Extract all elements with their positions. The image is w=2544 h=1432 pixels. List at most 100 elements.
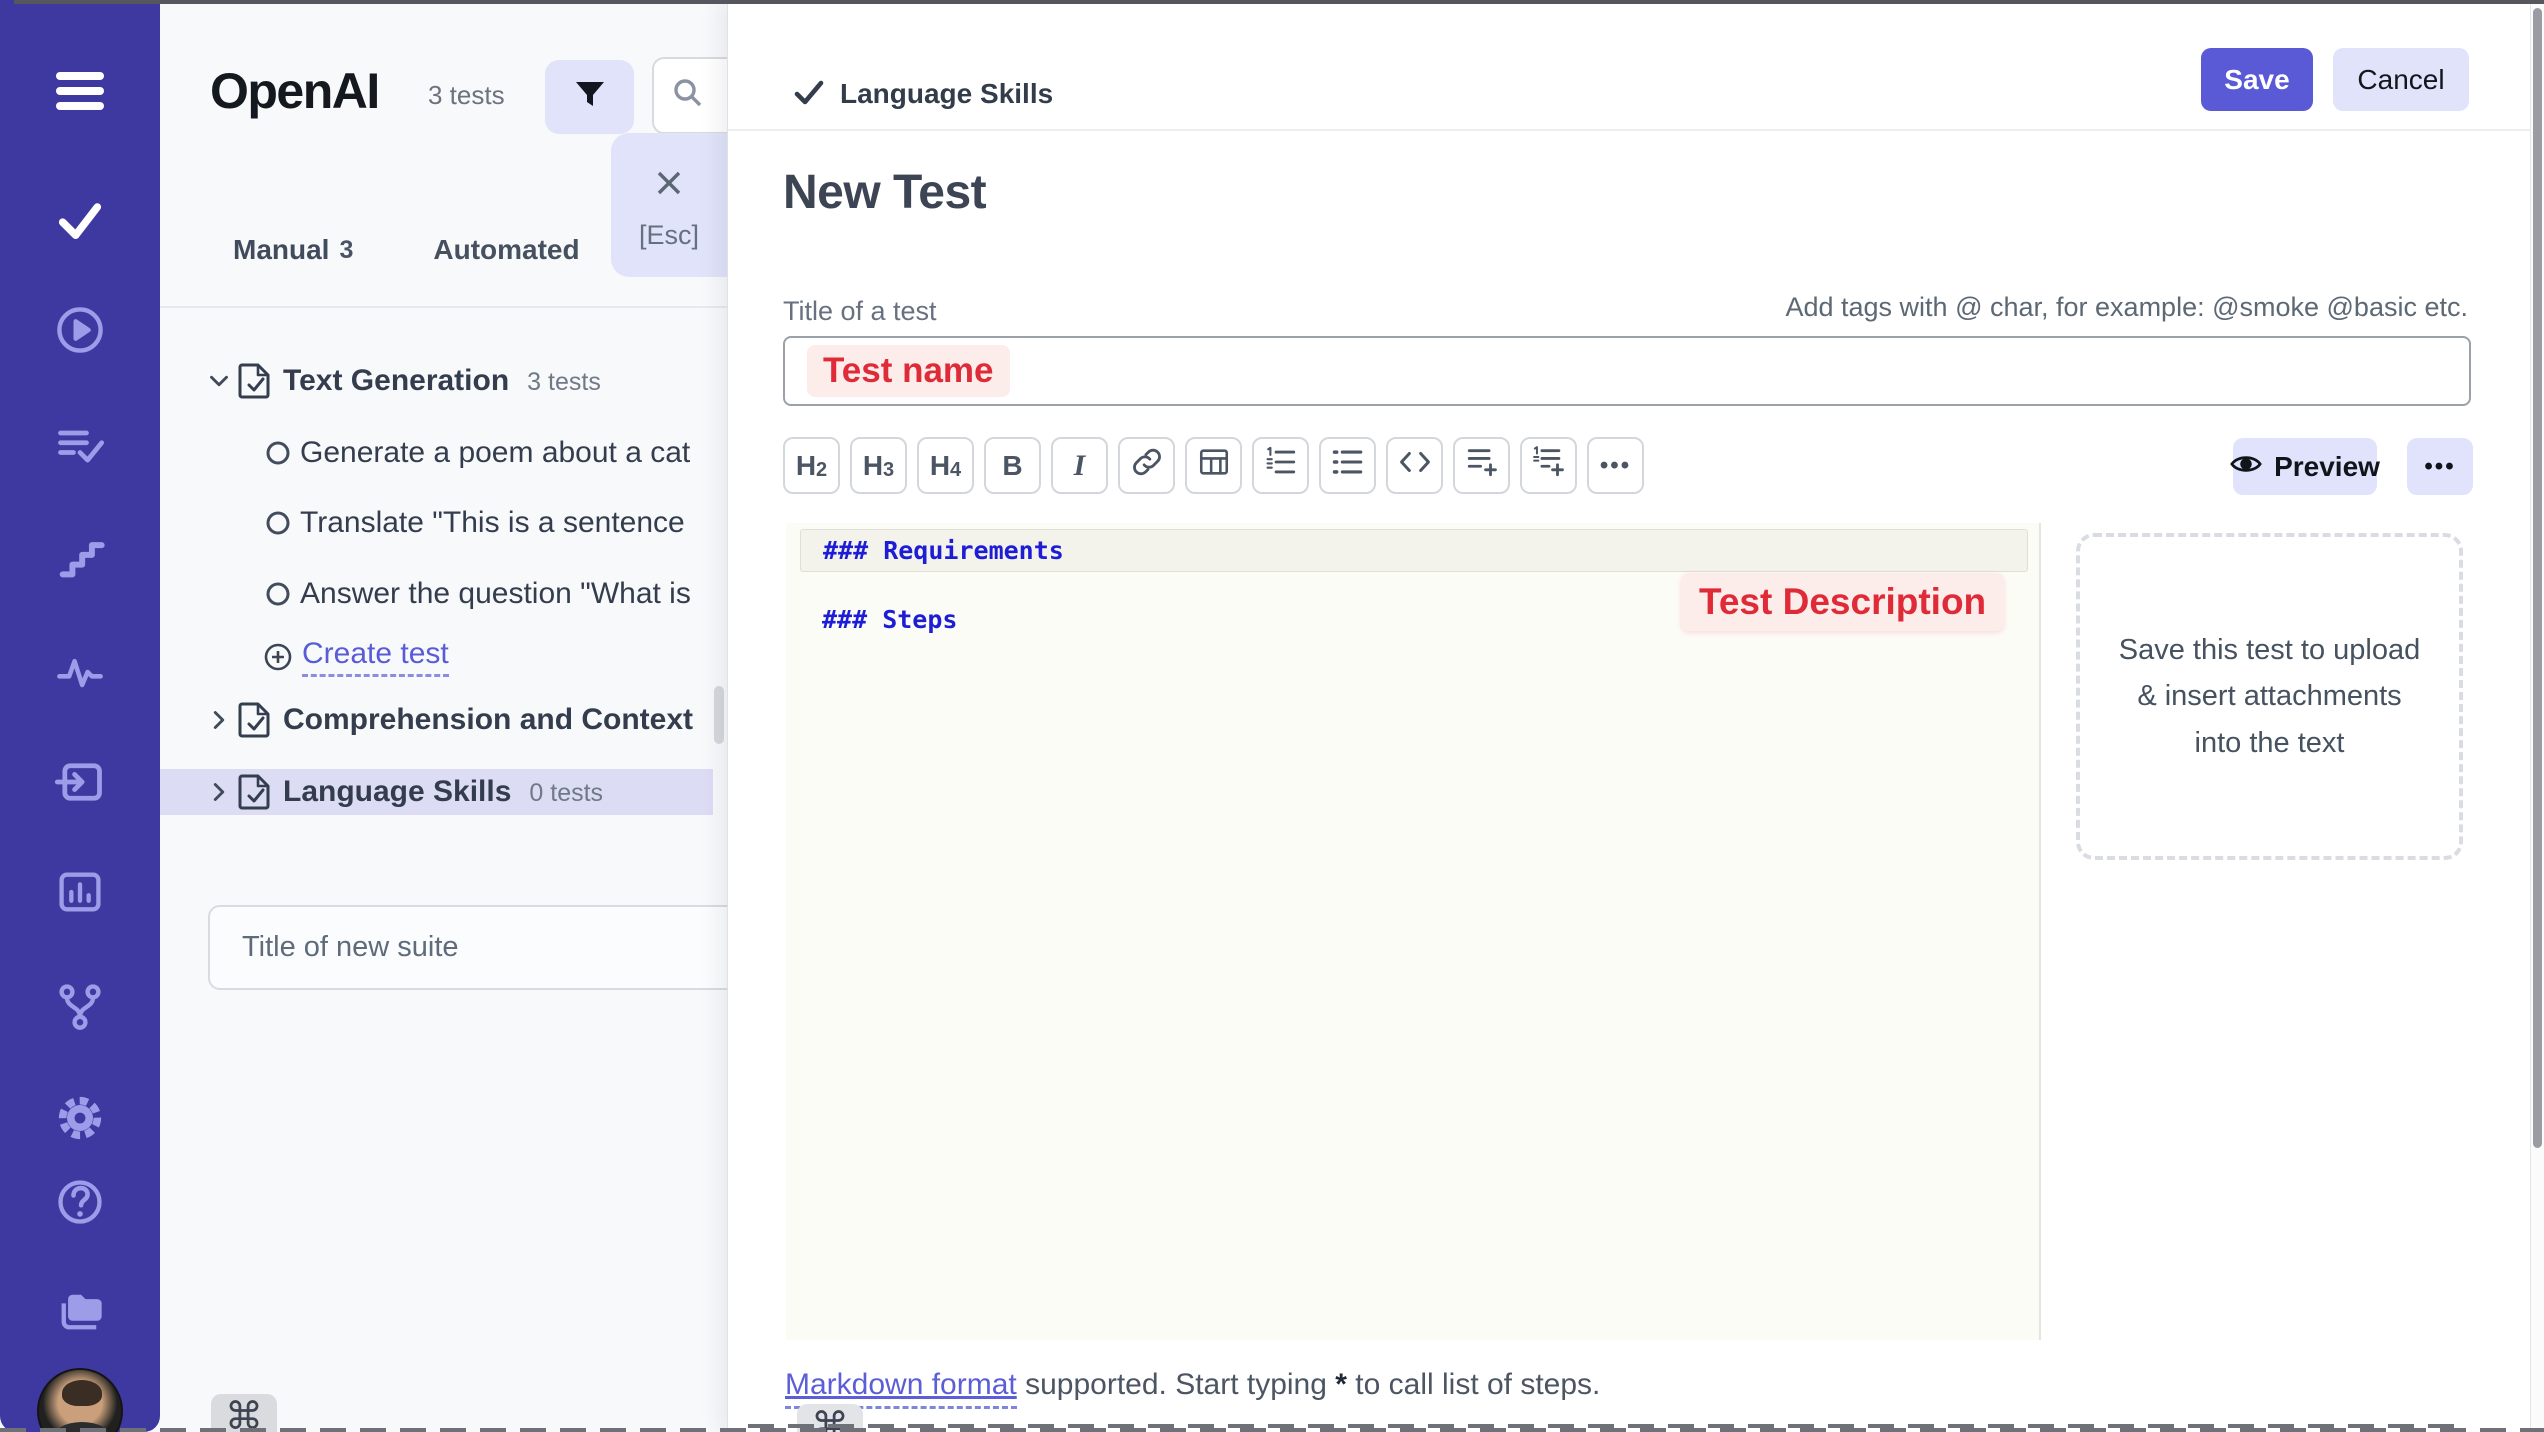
create-test-row[interactable]: Create test <box>160 634 727 680</box>
suite-check-icon <box>792 76 826 115</box>
sidebar-item-pulse[interactable] <box>0 646 160 698</box>
test-name-annotation: Test name <box>807 345 1010 397</box>
table-icon <box>1197 445 1231 486</box>
toolbar-ordered-list-add-button[interactable] <box>1520 437 1577 494</box>
test-title-input[interactable]: Test name <box>783 336 2471 406</box>
page-title: New Test <box>783 165 986 220</box>
sidebar-item-sign-in[interactable] <box>0 756 160 808</box>
toolbar-bullet-list-button[interactable] <box>1319 437 1376 494</box>
bullet-list-add-icon <box>1465 445 1499 486</box>
page-scrollbar[interactable] <box>2530 0 2544 1432</box>
filter-button[interactable] <box>545 60 634 134</box>
esc-key-hint: [Esc] <box>639 220 699 251</box>
attachments-hint: Save this test to upload & insert attach… <box>2080 627 2459 766</box>
sidebar-item-help[interactable] <box>0 1176 160 1228</box>
star-char: * <box>1335 1368 1347 1401</box>
markdown-format-link[interactable]: Markdown format <box>785 1368 1017 1409</box>
gear-icon <box>54 1092 106 1144</box>
close-icon[interactable] <box>651 165 687 206</box>
sidebar-item-folders[interactable] <box>0 1285 160 1337</box>
toolbar-code-button[interactable] <box>1386 437 1443 494</box>
suite-row[interactable]: Comprehension and Context <box>160 697 727 743</box>
toolbar-label: I <box>1074 449 1086 483</box>
test-editor-sheet: Language Skills Save Cancel New Test Tit… <box>727 0 2544 1432</box>
chevron-down-icon[interactable] <box>204 366 234 396</box>
save-button[interactable]: Save <box>2201 48 2313 111</box>
test-label[interactable]: Answer the question "What is <box>300 577 691 611</box>
suite-row[interactable]: Text Generation3 tests <box>160 358 727 404</box>
test-row[interactable]: Translate "This is a sentence <box>160 500 727 546</box>
toolbar-link-button[interactable] <box>1118 437 1175 494</box>
sidebar-item-play-circle[interactable] <box>0 304 160 356</box>
toolbar-label-sub: 3 <box>883 459 894 482</box>
toolbar-bold-button[interactable]: B <box>984 437 1041 494</box>
toolbar-label-sub: 4 <box>950 459 961 482</box>
editor-more-button[interactable]: ••• <box>2407 438 2473 495</box>
toolbar-table-button[interactable] <box>1185 437 1242 494</box>
editor-line: ### Steps <box>822 605 957 634</box>
help-icon <box>54 1176 106 1228</box>
sign-in-icon <box>54 756 106 808</box>
close-filter-popup[interactable]: [Esc] <box>611 133 727 277</box>
toolbar-more-button[interactable]: ••• <box>1587 437 1644 494</box>
search-input[interactable] <box>652 57 727 134</box>
sidebar-item-stairs[interactable] <box>0 531 160 583</box>
check-icon <box>54 194 106 246</box>
window-bottom-edge <box>0 1428 2544 1432</box>
link-icon <box>1130 445 1164 486</box>
tab-label: Automated <box>433 234 579 266</box>
toolbar-label: B <box>1002 450 1022 482</box>
suite-label[interactable]: Comprehension and Context <box>283 703 693 737</box>
filter-icon <box>573 78 607 117</box>
sidebar-item-git-fork[interactable] <box>0 980 160 1032</box>
test-row[interactable]: Answer the question "What is <box>160 571 727 617</box>
test-row[interactable]: Generate a poem about a cat <box>160 430 727 476</box>
tab-automated[interactable]: Automated <box>433 222 579 278</box>
create-test-link[interactable]: Create test <box>302 637 449 677</box>
toolbar-h3-button[interactable]: H3 <box>850 437 907 494</box>
suite-row[interactable]: Language Skills0 tests <box>160 769 713 815</box>
chevron-right-icon[interactable] <box>204 705 234 735</box>
command-key-badge: ⌘ <box>211 1394 277 1432</box>
preview-button[interactable]: Preview <box>2233 438 2377 495</box>
chevron-right-icon[interactable] <box>204 777 234 807</box>
toolbar-ordered-list-button[interactable] <box>1252 437 1309 494</box>
suite-file-icon <box>238 361 272 401</box>
cancel-button[interactable]: Cancel <box>2333 48 2469 111</box>
test-label[interactable]: Translate "This is a sentence <box>300 506 685 540</box>
project-test-count: 3 tests <box>428 80 505 111</box>
toolbar-label-sub: 2 <box>816 459 827 482</box>
toolbar-bullet-list-add-button[interactable] <box>1453 437 1510 494</box>
toolbar-label: ••• <box>1600 452 1631 480</box>
page-scrollbar-thumb[interactable] <box>2533 8 2542 1148</box>
app-screen: OpenAI 3 tests Manual3Automated Text Gen… <box>0 0 2544 1432</box>
play-circle-icon <box>54 304 106 356</box>
sidebar-item-check[interactable] <box>0 194 160 246</box>
suite-file-icon <box>238 772 272 812</box>
description-editor[interactable]: ### Requirements ### Steps Test Descript… <box>786 523 2041 1340</box>
playlist-check-icon <box>54 420 106 472</box>
toolbar-h2-button[interactable]: H2 <box>783 437 840 494</box>
sidebar-item-bar-chart[interactable] <box>0 866 160 918</box>
sidebar-item-playlist-check[interactable] <box>0 420 160 472</box>
breadcrumb: Language Skills <box>840 78 1053 110</box>
hint-text: supported. Start typing <box>1017 1368 1336 1401</box>
header-divider <box>728 129 2533 131</box>
toolbar-italic-button[interactable]: I <box>1051 437 1108 494</box>
suite-label[interactable]: Text Generation <box>283 364 509 398</box>
sidebar <box>0 0 160 1432</box>
search-icon <box>670 75 706 116</box>
tab-manual[interactable]: Manual3 <box>233 222 353 278</box>
new-suite-input[interactable] <box>208 905 727 990</box>
test-label[interactable]: Generate a poem about a cat <box>300 436 690 470</box>
sidebar-item-menu[interactable] <box>0 70 160 112</box>
folders-icon <box>53 1285 107 1337</box>
sidebar-item-gear[interactable] <box>0 1092 160 1144</box>
bar-chart-icon <box>54 866 106 918</box>
window-top-edge <box>14 0 2544 4</box>
preview-label: Preview <box>2274 451 2380 483</box>
suite-label[interactable]: Language Skills <box>283 775 511 809</box>
toolbar-h4-button[interactable]: H4 <box>917 437 974 494</box>
tabs-divider <box>160 306 727 308</box>
panel-scrollbar[interactable] <box>714 686 724 744</box>
